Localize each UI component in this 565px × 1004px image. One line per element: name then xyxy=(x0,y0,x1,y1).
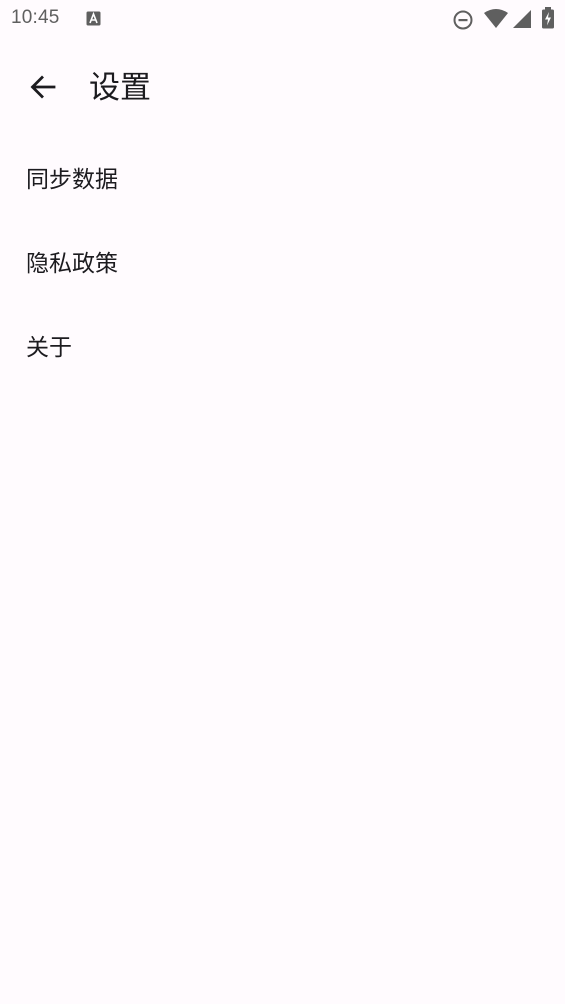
settings-screen: 10:45 设置 同步数据 隐私政策 关于 xyxy=(0,0,565,1004)
menu-item-label: 关于 xyxy=(26,335,72,361)
arrow-back-icon xyxy=(28,72,58,106)
a-icon xyxy=(86,11,101,26)
top-app-bar: 设置 xyxy=(0,52,565,126)
menu-item-about[interactable]: 关于 xyxy=(0,306,565,390)
menu-item-label: 同步数据 xyxy=(26,167,118,193)
menu-item-label: 隐私政策 xyxy=(26,251,118,277)
page-title: 设置 xyxy=(89,70,151,106)
menu-item-privacy-policy[interactable]: 隐私政策 xyxy=(0,222,565,306)
back-button[interactable] xyxy=(19,65,67,113)
menu-item-sync-data[interactable]: 同步数据 xyxy=(0,138,565,222)
settings-list: 同步数据 隐私政策 关于 xyxy=(0,138,565,390)
status-time: 10:45 xyxy=(11,7,60,28)
status-bar: 10:45 xyxy=(0,0,565,40)
